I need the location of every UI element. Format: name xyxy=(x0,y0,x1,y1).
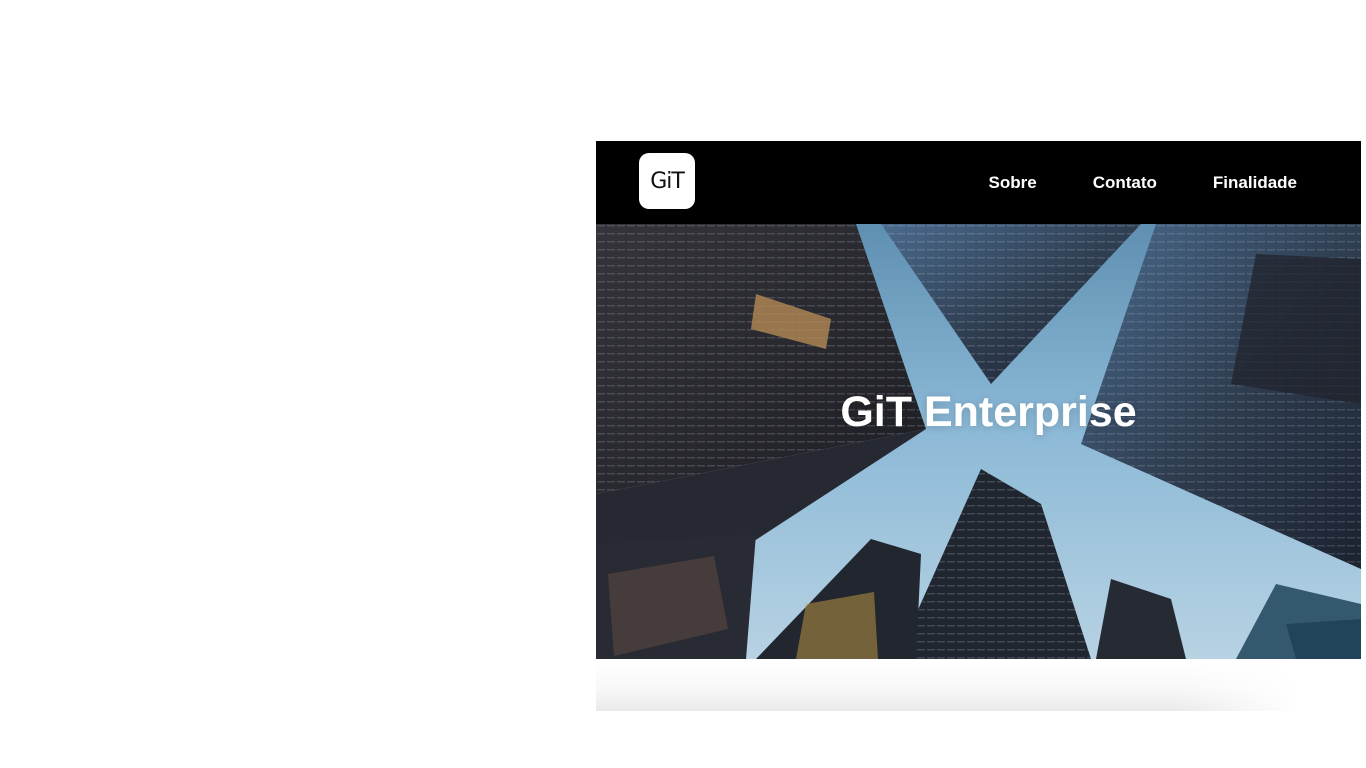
skyscrapers-background-image xyxy=(596,224,1361,659)
hero-title: GiT Enterprise xyxy=(840,388,1137,436)
git-logo[interactable]: GiT xyxy=(639,153,695,209)
content-section-fade xyxy=(596,659,1361,711)
nav-link-contato[interactable]: Contato xyxy=(1093,173,1157,193)
nav-link-finalidade[interactable]: Finalidade xyxy=(1213,173,1297,193)
website-frame: GiT Sobre Contato Finalidade GiT Enterpr… xyxy=(596,141,1361,711)
main-nav: Sobre Contato Finalidade xyxy=(989,141,1297,224)
hero-section: GiT Enterprise xyxy=(596,224,1361,659)
nav-link-sobre[interactable]: Sobre xyxy=(989,173,1037,193)
top-navigation: GiT Sobre Contato Finalidade xyxy=(596,141,1361,224)
